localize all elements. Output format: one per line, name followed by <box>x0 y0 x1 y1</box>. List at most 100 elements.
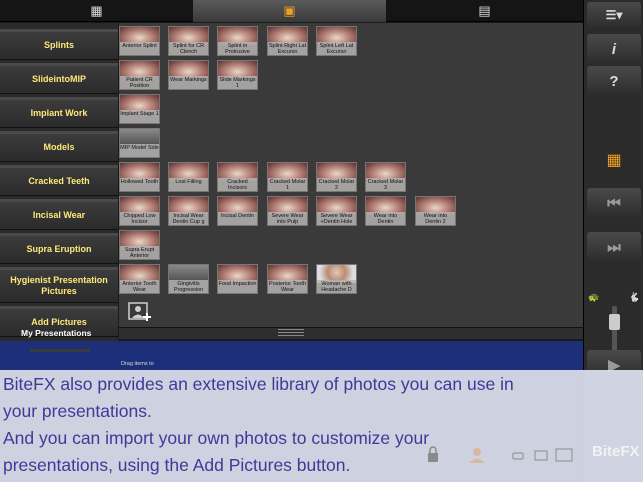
category-supra-eruption[interactable]: Supra Eruption <box>0 233 118 264</box>
bottom-toolbar-icons <box>428 446 573 463</box>
thumbnail-caption: Incisal Wear Dentin Cup g <box>169 212 208 225</box>
category-slideintomip[interactable]: SlideintoMIP <box>0 63 118 94</box>
thumbnail[interactable]: Implant Stage 1 <box>119 94 160 124</box>
thumbnail[interactable]: Lost Filling <box>168 162 209 192</box>
thumbnail[interactable]: Wear into Dentin 2 <box>415 196 456 226</box>
thumbnail-caption: Severe Wear +Dentin Hole <box>317 212 356 225</box>
caption-line-2: your presentations. <box>3 401 152 421</box>
thumbnail-caption: Gingivitis Progression <box>169 280 208 293</box>
tab-presentations[interactable]: ▤ <box>386 0 583 22</box>
category-label: SlideintoMIP <box>32 74 86 84</box>
thumbnail[interactable]: Posterior Tooth Wear <box>267 264 308 294</box>
thumbnail[interactable]: Gingivitis Progression <box>168 264 209 294</box>
film-icon: ▦ <box>606 152 622 169</box>
category-list: Splints SlideintoMIP Implant Work Models… <box>0 23 118 341</box>
portrait-icon: ▣ <box>283 3 296 18</box>
thumbnail-caption: Anterior Tooth Wear <box>120 280 159 293</box>
next-button[interactable]: ⏭ <box>587 232 641 262</box>
thumbnail[interactable]: Incisal Dentin <box>217 196 258 226</box>
thumbnail[interactable]: Cracked Molar 2 <box>316 162 357 192</box>
category-models[interactable]: Models <box>0 131 118 162</box>
add-picture-icon-graphic <box>128 302 151 321</box>
thumbnail-caption: Posterior Tooth Wear <box>268 280 307 293</box>
category-label: Splints <box>43 40 74 50</box>
thumbnail-caption: Splint Left Lat Excursn <box>317 42 356 55</box>
previous-button[interactable]: ⏮ <box>587 188 641 218</box>
thumbnail-caption: Splint in Protrusive <box>218 42 257 55</box>
thumbnail[interactable]: Severe Wear into Pulp <box>267 196 308 226</box>
caption-line-3: And you can import your own photos to cu… <box>3 428 430 448</box>
speed-slider-thumb[interactable] <box>609 314 620 330</box>
window-large-icon <box>555 448 573 462</box>
thumbnail[interactable]: Anterior Splint <box>119 26 160 56</box>
thumbnail-caption: Anterior Splint <box>120 42 159 55</box>
category-implant-work[interactable]: Implant Work <box>0 97 118 128</box>
thumbnail[interactable]: Anterior Tooth Wear <box>119 264 160 294</box>
thumbnail-caption: Cracked Molar 1 <box>268 178 307 191</box>
help-button[interactable]: ? <box>587 66 641 96</box>
drag-handle-icon[interactable] <box>278 329 304 336</box>
thumbnail-caption: Cracked Incisors <box>218 178 257 191</box>
skip-forward-icon: ⏭ <box>607 238 621 256</box>
presentation-icon: ▤ <box>478 3 491 18</box>
category-label: Models <box>43 142 75 152</box>
skip-back-icon: ⏮ <box>607 194 621 212</box>
list-menu-button[interactable]: ☰▾ <box>587 2 641 28</box>
bitefx-logo: BiteFX <box>592 443 640 460</box>
thumbnail[interactable]: Slide Markings 1 <box>217 60 258 90</box>
thumbnail[interactable]: Hollowed Tooth <box>119 162 160 192</box>
thumbnail-caption: Wear into Dentin 2 <box>416 212 455 225</box>
tab-pictures[interactable]: ▣ <box>193 0 386 22</box>
thumbnail[interactable]: Wear Markings <box>168 60 209 90</box>
list-icon: ☰▾ <box>605 8 623 22</box>
thumbnail-caption: Lost Filling <box>169 178 208 191</box>
thumbnail[interactable]: Incisal Wear Dentin Cup g <box>168 196 209 226</box>
thumbnail[interactable]: Severe Wear +Dentin Hole <box>316 196 357 226</box>
thumbnail[interactable]: Cracked Molar 1 <box>267 162 308 192</box>
thumbnail-caption: Implant Stage 1 <box>120 110 159 123</box>
thumbnail[interactable]: Cracked Incisors <box>217 162 258 192</box>
thumbnail-caption: Splint Right Lat Excursn <box>268 42 307 55</box>
thumbnail-caption: Hollowed Tooth <box>120 178 159 191</box>
thumbnail-caption: Wear Markings <box>169 76 208 89</box>
category-splints[interactable]: Splints <box>0 29 118 60</box>
user-icon <box>473 448 481 456</box>
thumbnail[interactable]: Woman with Headache D <box>316 264 357 294</box>
thumbnail[interactable]: Wear into Dentin <box>365 196 406 226</box>
thumbnail[interactable]: MIP Model Side <box>119 128 160 158</box>
add-picture-icon[interactable] <box>125 299 155 323</box>
thumbnail-caption: Incisal Dentin <box>218 212 257 225</box>
my-presentations-label: My Presentations <box>21 328 92 338</box>
category-hygienist-presentation-pictures[interactable]: Hygienist Presentation Pictures <box>0 267 118 303</box>
category-label: Cracked Teeth <box>28 176 90 186</box>
thumbnail[interactable]: Supra Erupt Anterior <box>119 230 160 260</box>
thumbnail[interactable]: Splint for CR Clench <box>168 26 209 56</box>
thumbnail-grid: Anterior Splint Splint for CR Clench Spl… <box>119 23 583 327</box>
thumbnail[interactable]: Splint Left Lat Excursn <box>316 26 357 56</box>
thumbnail-caption: Patient CR Position <box>120 76 159 89</box>
info-button[interactable]: i <box>587 34 641 64</box>
thumbnail[interactable]: Splint in Protrusive <box>217 26 258 56</box>
category-incisal-wear[interactable]: Incisal Wear <box>0 199 118 230</box>
speed-labels: 🐢 🐇 <box>588 292 640 304</box>
thumbnail-caption: Food Impaction <box>218 280 257 293</box>
presentation-pane <box>0 341 583 371</box>
thumbnail[interactable]: Food Impaction <box>217 264 258 294</box>
info-icon: i <box>611 40 617 58</box>
lock-icon <box>428 453 438 462</box>
presentation-row-divider <box>30 349 90 352</box>
thumbnail-caption: Slide Markings 1 <box>218 76 257 89</box>
thumbnail[interactable]: Chipped Low Incisor <box>119 196 160 226</box>
thumbnail[interactable]: Patient CR Position <box>119 60 160 90</box>
film-mode-button[interactable]: ▦ <box>584 146 643 174</box>
fast-icon: 🐇 <box>628 292 640 302</box>
category-label: Incisal Wear <box>32 210 86 220</box>
resize-divider[interactable] <box>119 327 583 339</box>
tab-animations[interactable]: ▦ <box>0 0 193 22</box>
category-label: Implant Work <box>30 108 88 118</box>
top-tab-bar: ▦ ▣ ▤ <box>0 0 583 22</box>
thumbnail[interactable]: Splint Right Lat Excursn <box>267 26 308 56</box>
thumbnail[interactable]: Cracked Molar 3 <box>365 162 406 192</box>
category-cracked-teeth[interactable]: Cracked Teeth <box>0 165 118 196</box>
thumbnail-caption: Splint for CR Clench <box>169 42 208 55</box>
